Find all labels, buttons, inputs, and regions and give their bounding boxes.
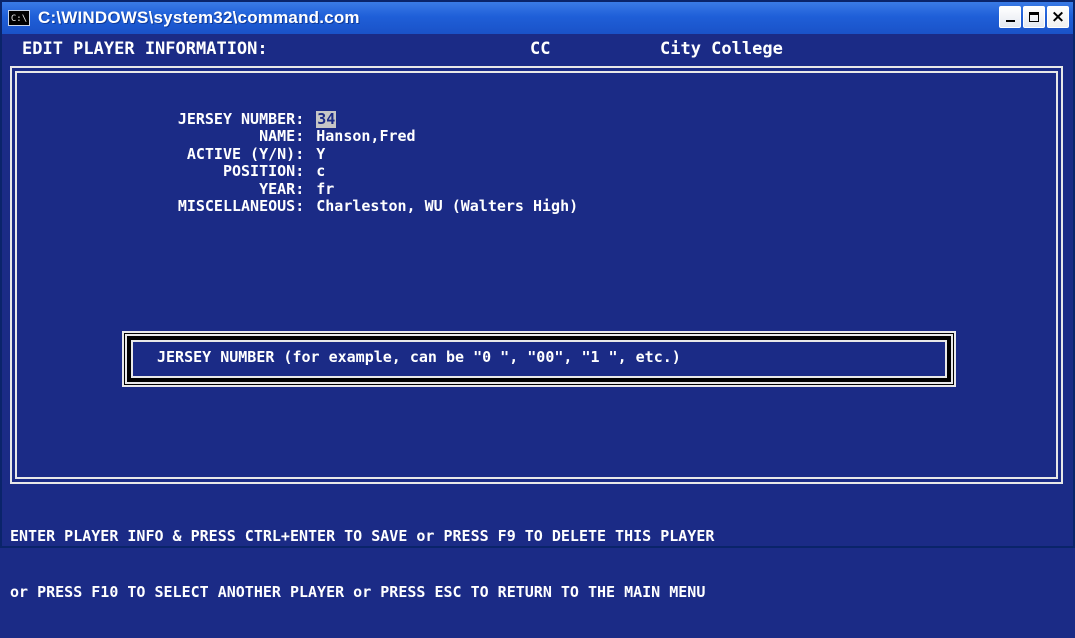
title-bar[interactable]: C:\ C:\WINDOWS\system32\command.com × [2,2,1073,34]
maximize-icon [1029,12,1039,22]
close-button[interactable]: × [1047,6,1069,28]
cmd-icon[interactable]: C:\ [8,10,30,26]
player-form-frame: JERSEY NUMBER: 34 NAME: Hanson,Fred ACTIVE… [10,66,1063,484]
status-footer: ENTER PLAYER INFO & PRESS CTRL+ENTER TO … [10,490,1068,638]
field-hint-text: JERSEY NUMBER (for example, can be "0 ",… [131,340,947,378]
screen-header: EDIT PLAYER INFORMATION: CC City College [10,36,1062,62]
position-row: POSITION: c [39,146,578,179]
minimize-button[interactable] [999,6,1021,28]
minimize-icon [1006,20,1015,22]
team-code: CC [530,39,551,59]
console-window: C:\ C:\WINDOWS\system32\command.com × ED… [0,0,1075,601]
field-hint-box: JERSEY NUMBER (for example, can be "0 ",… [122,331,956,387]
close-icon: × [1050,7,1066,27]
miscellaneous-row: MISCELLANEOUS: Charleston, WU (Walters Hi… [39,181,578,214]
miscellaneous-field[interactable]: Charleston, WU (Walters High) [316,197,578,216]
footer-line-1: ENTER PLAYER INFO & PRESS CTRL+ENTER TO … [10,527,715,545]
player-form: JERSEY NUMBER: 34 NAME: Hanson,Fred ACTIVE… [39,93,578,215]
active-row: ACTIVE (Y/N): Y [39,128,578,162]
maximize-button[interactable] [1023,6,1045,28]
footer-line-2: or PRESS F10 TO SELECT ANOTHER PLAYER or… [10,583,706,601]
team-name: City College [660,39,783,59]
window-controls: × [999,6,1069,28]
miscellaneous-label: MISCELLANEOUS: [177,197,305,215]
screen-title: EDIT PLAYER INFORMATION: [22,39,268,59]
name-row: NAME: Hanson,Fred [39,111,578,144]
jersey-number-row: JERSEY NUMBER: 34 [39,93,578,128]
year-row: YEAR: fr [39,163,578,197]
window-title: C:\WINDOWS\system32\command.com [38,8,360,27]
